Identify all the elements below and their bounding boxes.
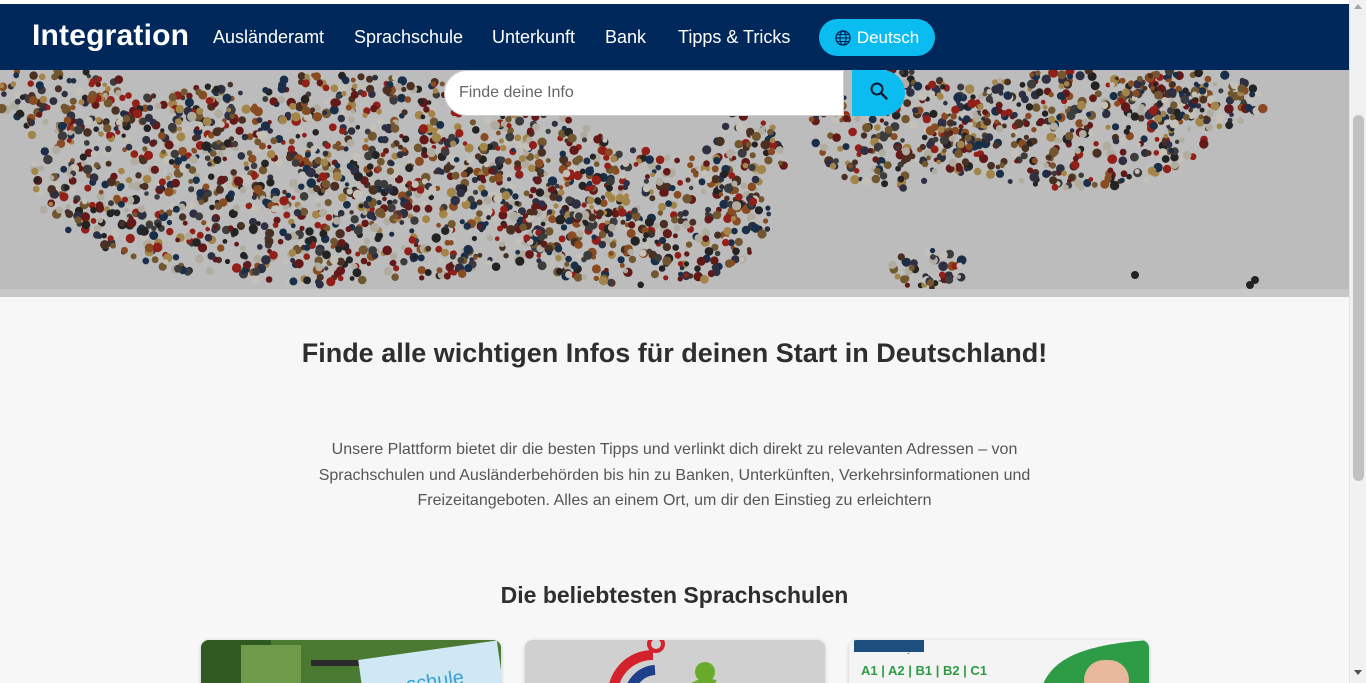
search-button[interactable] — [852, 70, 905, 116]
language-label: Deutsch — [856, 27, 920, 47]
globe-icon — [835, 29, 851, 46]
search-icon — [869, 81, 889, 106]
nav-link-bank[interactable]: Bank — [605, 27, 646, 48]
scroll-up-icon[interactable] — [1354, 4, 1362, 9]
nav-link-sprachschule[interactable]: Sprachschule — [354, 27, 463, 48]
scroll-down-icon[interactable] — [1354, 670, 1362, 675]
school-card-2[interactable] — [525, 640, 825, 683]
school-card-3-levels: A1 | A2 | B1 | B2 | C1 — [861, 663, 987, 678]
page-scrollbar[interactable] — [1349, 0, 1366, 683]
page: Integration Ausländeramt Sprachschule Un… — [0, 0, 1349, 683]
language-button[interactable]: Deutsch — [819, 19, 935, 56]
nav-link-tipps-tricks[interactable]: Tipps & Tricks — [678, 27, 790, 48]
school-card-2-image — [525, 640, 825, 683]
brand-logo[interactable]: Integration — [32, 19, 189, 53]
scrollbar-thumb[interactable] — [1353, 115, 1364, 481]
school-card-3[interactable]: WTG Academy A1 | A2 | B1 | B2 | C1 — [849, 640, 1149, 683]
page-headline: Finde alle wichtigen Infos für deinen St… — [301, 338, 1048, 368]
section-title-popular-schools: Die beliebtesten Sprachschulen — [500, 582, 849, 608]
school-card-1-image: schule — [201, 640, 501, 683]
hero-divider — [0, 289, 1349, 297]
school-card-3-image: WTG Academy A1 | A2 | B1 | B2 | C1 — [849, 640, 1149, 683]
navbar: Integration Ausländeramt Sprachschule Un… — [0, 4, 1349, 70]
nav-link-auslaenderamt[interactable]: Ausländeramt — [213, 27, 324, 48]
intro-text: Unsere Plattform bietet dir die besten T… — [318, 441, 1031, 509]
school-card-1[interactable]: schule — [201, 640, 501, 683]
nav-link-unterkunft[interactable]: Unterkunft — [492, 27, 575, 48]
school-card-3-academy-label: WTG Academy — [855, 644, 912, 654]
search-input[interactable] — [444, 70, 844, 116]
